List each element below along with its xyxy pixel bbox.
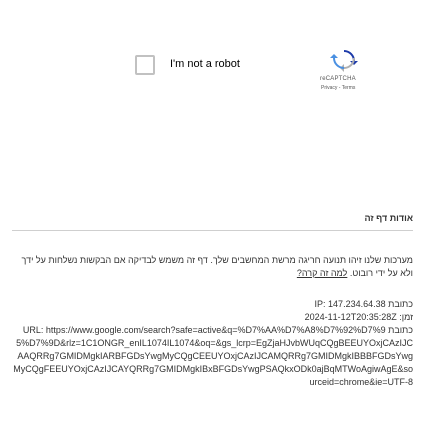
captcha-checkbox[interactable] xyxy=(135,55,155,75)
recaptcha-widget: I'm not a robot reCAPTCHA Privacy - Term… xyxy=(124,36,358,108)
time-row: זמן: 2024-11-12T20:35:28Z xyxy=(304,312,413,322)
recaptcha-page: I'm not a robot reCAPTCHA Privacy - Term… xyxy=(0,0,425,447)
captcha-label: I'm not a robot xyxy=(170,58,240,70)
terms-link[interactable]: Terms xyxy=(342,85,356,91)
url-row: כתובת URL: https://www.google.com/search… xyxy=(13,325,413,387)
page-heading: אודות דף זה xyxy=(364,213,413,223)
request-details: כתובת IP: 147.234.64.38 זמן: 2024-11-12T… xyxy=(12,298,413,389)
ip-address-row: כתובת IP: 147.234.64.38 xyxy=(314,299,413,309)
recaptcha-logo-icon xyxy=(330,50,358,72)
captcha-links: Privacy - Terms xyxy=(321,85,355,91)
privacy-link[interactable]: Privacy xyxy=(321,85,337,91)
recaptcha-brand: reCAPTCHA xyxy=(320,76,356,82)
why-link[interactable]: למה זה קרה? xyxy=(297,268,347,278)
heading-divider xyxy=(12,230,413,231)
explanation-text: מערכות שלנו זיהו תנועה חריגה מרשת המחשבי… xyxy=(21,255,413,278)
explanation-paragraph: מערכות שלנו זיהו תנועה חריגה מרשת המחשבי… xyxy=(12,254,413,280)
